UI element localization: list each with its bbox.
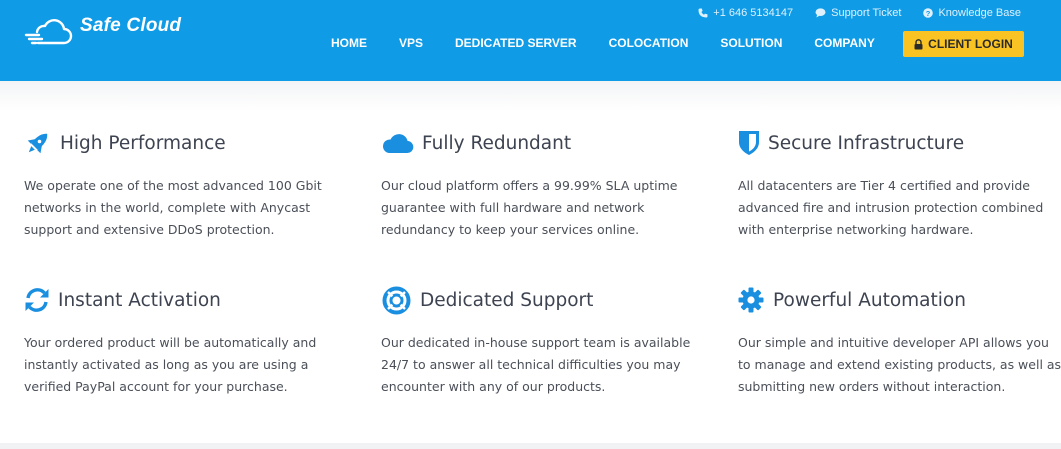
description-line: We operate one of the most advanced 100 … [24, 178, 322, 193]
description-line: Our simple and intuitive developer API a… [738, 335, 1049, 350]
cloud-speed-icon [24, 19, 73, 45]
description-line: guarantee with full hardware and network [381, 200, 645, 215]
description-line: to manage and extend existing products, … [738, 357, 1061, 372]
feature-title: Powerful Automation [773, 289, 966, 311]
description-line: All datacenters are Tier 4 certified and… [738, 178, 1030, 193]
section-top-band [0, 81, 1061, 111]
description-line: verified PayPal account for your purchas… [24, 379, 288, 394]
support-ticket-link[interactable]: Support Ticket [815, 7, 901, 19]
nav-solution[interactable]: SOLUTION [704, 36, 798, 50]
feature-title: Instant Activation [58, 289, 221, 311]
description-line: networks in the world, complete with Any… [24, 200, 311, 215]
svg-text:?: ? [926, 9, 931, 18]
description-line: Our cloud platform offers a 99.99% SLA u… [381, 178, 678, 193]
nav-colocation[interactable]: COLOCATION [593, 36, 705, 50]
phone-link[interactable]: +1 646 5134147 [698, 7, 793, 19]
gear-icon [738, 285, 766, 315]
client-login-label: CLIENT LOGIN [928, 37, 1013, 51]
refresh-icon [24, 285, 52, 315]
feature-title: Fully Redundant [422, 132, 572, 154]
description-line: support and extensive DDoS protection. [24, 222, 275, 237]
phone-icon [698, 8, 708, 18]
knowledge-base-label: Knowledge Base [938, 7, 1021, 19]
chat-bubble-icon [815, 8, 826, 18]
cloud-icon [381, 128, 415, 158]
client-login-button[interactable]: CLIENT LOGIN [903, 31, 1024, 57]
description-line: Our dedicated in-house support team is a… [381, 335, 691, 350]
support-ticket-label: Support Ticket [831, 7, 902, 19]
question-circle-icon: ? [923, 8, 934, 18]
feature-description: Our cloud platform offers a 99.99% SLA u… [381, 175, 711, 241]
description-line: encounter with any of our products. [381, 379, 606, 394]
feature-description: All datacenters are Tier 4 certified and… [738, 175, 1061, 241]
description-line: 24/7 to answer all technical difficultie… [381, 357, 681, 372]
feature-description: Our simple and intuitive developer API a… [738, 332, 1061, 398]
top-bar: +1 646 5134147 Support Ticket ? Knowledg… [698, 7, 1021, 19]
feature-high-performance: High Performance We operate one of the m… [24, 128, 354, 241]
rocket-icon [24, 128, 54, 158]
feature-dedicated-support: Dedicated Support Our dedicated in-house… [381, 285, 711, 398]
brand-name: Safe Cloud [80, 15, 182, 36]
feature-description: Our dedicated in-house support team is a… [381, 332, 711, 398]
feature-title: Secure Infrastructure [768, 132, 965, 154]
description-line: with enterprise networking hardware. [738, 222, 974, 237]
description-line: Your ordered product will be automatical… [24, 335, 317, 350]
description-line: submitting new orders without interactio… [738, 379, 1006, 394]
description-line: advanced fire and intrusion protection c… [738, 200, 1044, 215]
nav-company[interactable]: COMPANY [798, 36, 890, 50]
feature-secure-infrastructure: Secure Infrastructure All datacenters ar… [738, 128, 1061, 241]
feature-instant-activation: Instant Activation Your ordered product … [24, 285, 354, 398]
section-bottom-band [0, 443, 1061, 449]
nav-dedicated-server[interactable]: DEDICATED SERVER [439, 36, 593, 50]
feature-title: High Performance [60, 132, 226, 154]
description-line: instantly activated as long as you are u… [24, 357, 309, 372]
nav-home[interactable]: HOME [315, 36, 383, 50]
feature-fully-redundant: Fully Redundant Our cloud platform offer… [381, 128, 711, 241]
life-ring-icon [381, 285, 411, 315]
feature-description: We operate one of the most advanced 100 … [24, 175, 354, 241]
feature-powerful-automation: Powerful Automation Our simple and intui… [738, 285, 1061, 398]
feature-description: Your ordered product will be automatical… [24, 332, 354, 398]
shield-icon [738, 128, 762, 158]
feature-title: Dedicated Support [420, 289, 594, 311]
logo[interactable]: Safe Cloud [24, 15, 182, 50]
knowledge-base-link[interactable]: ? Knowledge Base [923, 7, 1021, 19]
site-header: Safe Cloud +1 646 5134147 Support Ticket… [0, 0, 1061, 81]
main-nav: HOME VPS DEDICATED SERVER COLOCATION SOL… [315, 36, 891, 50]
lock-icon [914, 38, 923, 49]
nav-vps[interactable]: VPS [383, 36, 439, 50]
description-line: redundancy to keep your services online. [381, 222, 640, 237]
phone-number: +1 646 5134147 [713, 7, 794, 19]
